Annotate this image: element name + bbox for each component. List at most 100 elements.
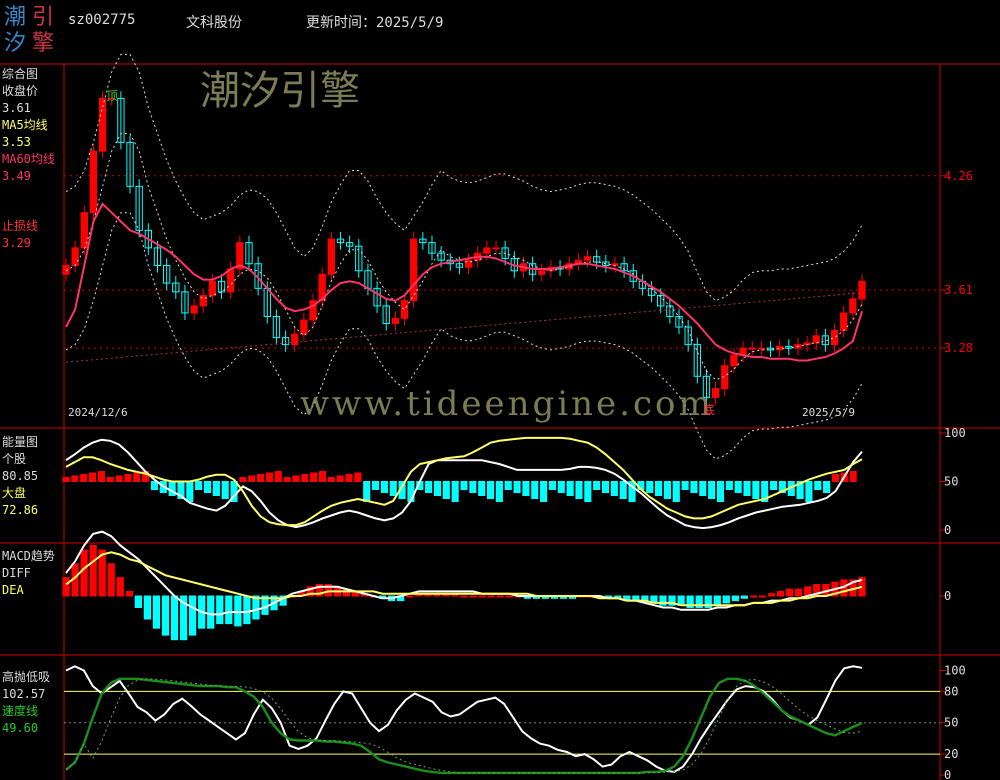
macd-bar [216, 595, 224, 625]
energy-bar [345, 474, 353, 482]
macd-bar [749, 595, 758, 598]
energy-bar [239, 477, 247, 482]
energy-bar [743, 481, 751, 496]
macd-bar [152, 595, 161, 629]
hilo-title: 高抛低吸 [2, 670, 51, 684]
ma60-line [65, 202, 863, 362]
energy-bar [805, 481, 813, 502]
energy-bar [619, 481, 627, 499]
macd-bar [243, 595, 251, 625]
energy-bar [690, 481, 698, 493]
energy-bar [584, 481, 592, 502]
candle-body [227, 268, 235, 293]
close-label: 收盘价 [2, 84, 39, 98]
energy-bar [186, 481, 194, 502]
energy-bar [540, 481, 548, 502]
energy-bar [62, 477, 70, 482]
energy-market-label: 大盘 [2, 486, 27, 500]
energy-bar [831, 474, 840, 482]
energy-bar [504, 481, 512, 490]
stop-label: 止损线 [2, 219, 39, 233]
energy-bar [451, 481, 459, 502]
speed-value: 49.60 [2, 721, 39, 735]
candle-body [190, 305, 198, 314]
energy-bar [460, 481, 468, 490]
macd-bar [125, 590, 133, 597]
energy-bar [752, 481, 760, 499]
tick-label: 0 [944, 523, 951, 537]
candle-body [849, 298, 857, 314]
energy-bar [681, 481, 689, 490]
tick-label: 50 [944, 716, 958, 730]
macd-bar [252, 595, 260, 620]
macd-bar [478, 595, 486, 598]
energy-bar [133, 472, 141, 482]
macd-bar [740, 595, 749, 599]
tick-label: 80 [944, 684, 958, 698]
candle-body [492, 247, 500, 250]
energy-bar [265, 472, 273, 482]
candle-body [291, 333, 299, 346]
energy-bar [769, 481, 778, 490]
tick-label: 3.28 [944, 341, 973, 355]
energy-bar [292, 475, 300, 482]
candle-body [830, 330, 839, 346]
tick-label: 3.61 [944, 283, 973, 297]
candle-body [400, 300, 409, 319]
energy-bar [646, 481, 654, 493]
energy-bar [610, 481, 618, 496]
energy-bar [593, 481, 601, 490]
energy-bar [849, 471, 857, 482]
ma5-label: MA5均线 [2, 118, 48, 132]
energy-bar [425, 481, 433, 493]
ma5-value: 3.53 [2, 135, 31, 149]
energy-bar [734, 481, 742, 493]
macd-title: MACD趋势 [2, 549, 55, 563]
candle-body [748, 347, 756, 350]
macd-bar [207, 595, 215, 629]
energy-bar [548, 481, 557, 490]
energy-bar [478, 481, 486, 496]
macd-bar [776, 590, 785, 597]
macd-bar [170, 595, 179, 641]
dea-label: DEA [2, 583, 24, 597]
macd-bar [80, 549, 88, 597]
tick-label: 100 [944, 663, 966, 677]
energy-bar [380, 481, 388, 493]
bottom-marker: 底 [703, 403, 716, 417]
macd-bar [460, 595, 468, 598]
energy-bar [699, 481, 707, 496]
macd-bar [189, 595, 197, 636]
energy-bar [327, 477, 335, 482]
candle-body [757, 347, 766, 350]
watermark-bottom: www.tideengine.com [300, 384, 714, 424]
energy-bar [531, 481, 539, 499]
energy-bar [97, 471, 105, 482]
energy-bar [442, 481, 450, 499]
energy-bar [601, 481, 610, 493]
energy-bar [655, 481, 663, 496]
candle-body [327, 238, 335, 275]
energy-bar [195, 481, 203, 490]
candle-body [300, 319, 308, 335]
energy-bar [486, 481, 495, 499]
tick-label: 100 [944, 426, 966, 440]
energy-bar [725, 481, 733, 490]
candle-body [410, 238, 418, 302]
start-date: 2024/12/6 [68, 406, 128, 419]
energy-bar [513, 481, 521, 493]
energy-bar [354, 472, 362, 482]
axis-ticks: 4.26 3.61 3.28 100 50 0 0 100 80 50 20 0 [940, 169, 973, 780]
energy-bar [522, 481, 530, 496]
macd-bar [469, 595, 477, 598]
energy-bar [716, 481, 725, 502]
macd-bar [505, 595, 513, 598]
candle-body [858, 280, 866, 300]
energy-bar [663, 481, 671, 499]
speed-label: 速度线 [2, 704, 39, 718]
energy-bar [115, 475, 123, 482]
macd-bar [496, 595, 504, 598]
candle-body [208, 280, 217, 296]
candle-body [538, 270, 546, 275]
energy-bar [363, 481, 371, 502]
